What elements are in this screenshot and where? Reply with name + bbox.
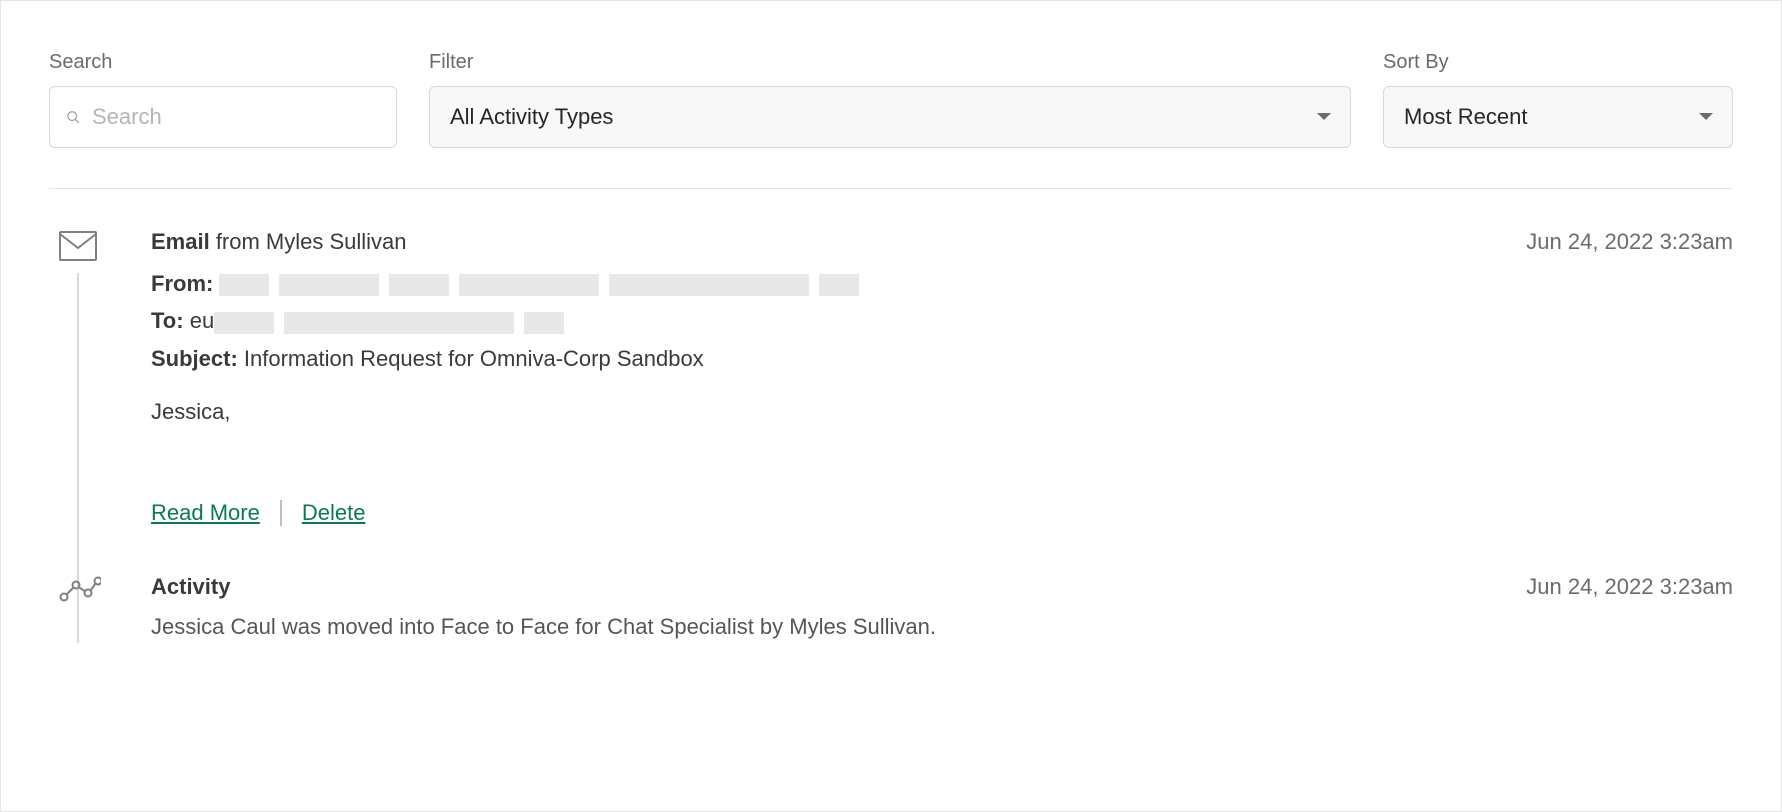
filter-select[interactable]: All Activity Types (429, 86, 1351, 148)
feed-icon-column (49, 229, 151, 574)
chevron-down-icon (1698, 112, 1714, 122)
activity-icon (59, 576, 101, 602)
feed-body: Activity Jun 24, 2022 3:23am Jessica Cau… (151, 574, 1733, 643)
feed-item-header: Activity Jun 24, 2022 3:23am (151, 574, 1733, 600)
email-to-prefix: eu (190, 308, 214, 333)
filter-value: All Activity Types (450, 104, 613, 130)
feed-icon-column (49, 574, 151, 643)
email-to-row: To: eu (151, 302, 1733, 339)
email-to-label: To: (151, 308, 184, 333)
search-input[interactable] (92, 104, 380, 130)
activity-panel: Search Filter All Activity Types Sort By… (0, 0, 1782, 812)
feed-item-header: Email from Myles Sullivan Jun 24, 2022 3… (151, 229, 1733, 255)
feed-item-timestamp: Jun 24, 2022 3:23am (1526, 229, 1733, 255)
filter-label: Filter (429, 51, 1351, 74)
sort-select[interactable]: Most Recent (1383, 86, 1733, 148)
email-subject-label: Subject: (151, 346, 238, 371)
feed-item-timestamp: Jun 24, 2022 3:23am (1526, 574, 1733, 600)
feed-item-email: Email from Myles Sullivan Jun 24, 2022 3… (49, 229, 1733, 574)
feed-item-title: Activity (151, 574, 230, 600)
email-from-row: From: (151, 265, 1733, 302)
mail-icon (59, 231, 97, 261)
chevron-down-icon (1316, 112, 1332, 122)
sort-value: Most Recent (1404, 104, 1528, 130)
search-control: Search (49, 51, 397, 148)
sort-label: Sort By (1383, 51, 1733, 74)
redacted-to (214, 312, 564, 334)
activity-feed: Email from Myles Sullivan Jun 24, 2022 3… (49, 189, 1733, 643)
email-subject-row: Subject: Information Request for Omniva-… (151, 340, 1733, 377)
email-from-text: from Myles Sullivan (210, 229, 407, 254)
feed-item-title: Email from Myles Sullivan (151, 229, 407, 255)
activity-type-label: Activity (151, 574, 230, 599)
search-label: Search (49, 51, 397, 74)
activity-description: Jessica Caul was moved into Face to Face… (151, 610, 1733, 643)
email-from-label: From: (151, 271, 213, 296)
feed-item-actions: Read More Delete (151, 500, 1733, 526)
search-icon (66, 106, 80, 128)
email-meta: From: To: eu (151, 265, 1733, 377)
delete-link[interactable]: Delete (302, 500, 366, 526)
timeline-line (77, 273, 79, 622)
action-divider (280, 500, 282, 526)
feed-body: Email from Myles Sullivan Jun 24, 2022 3… (151, 229, 1733, 574)
filter-control: Filter All Activity Types (429, 51, 1351, 148)
feed-item-activity: Activity Jun 24, 2022 3:23am Jessica Cau… (49, 574, 1733, 643)
email-subject-value: Information Request for Omniva-Corp Sand… (238, 346, 704, 371)
sort-control: Sort By Most Recent (1383, 51, 1733, 148)
redacted-from (219, 274, 859, 296)
controls-bar: Search Filter All Activity Types Sort By… (49, 51, 1733, 189)
search-box[interactable] (49, 86, 397, 148)
timeline-line (77, 612, 79, 643)
read-more-link[interactable]: Read More (151, 500, 260, 526)
email-type-label: Email (151, 229, 210, 254)
email-body-preview: Jessica, (151, 399, 1733, 425)
